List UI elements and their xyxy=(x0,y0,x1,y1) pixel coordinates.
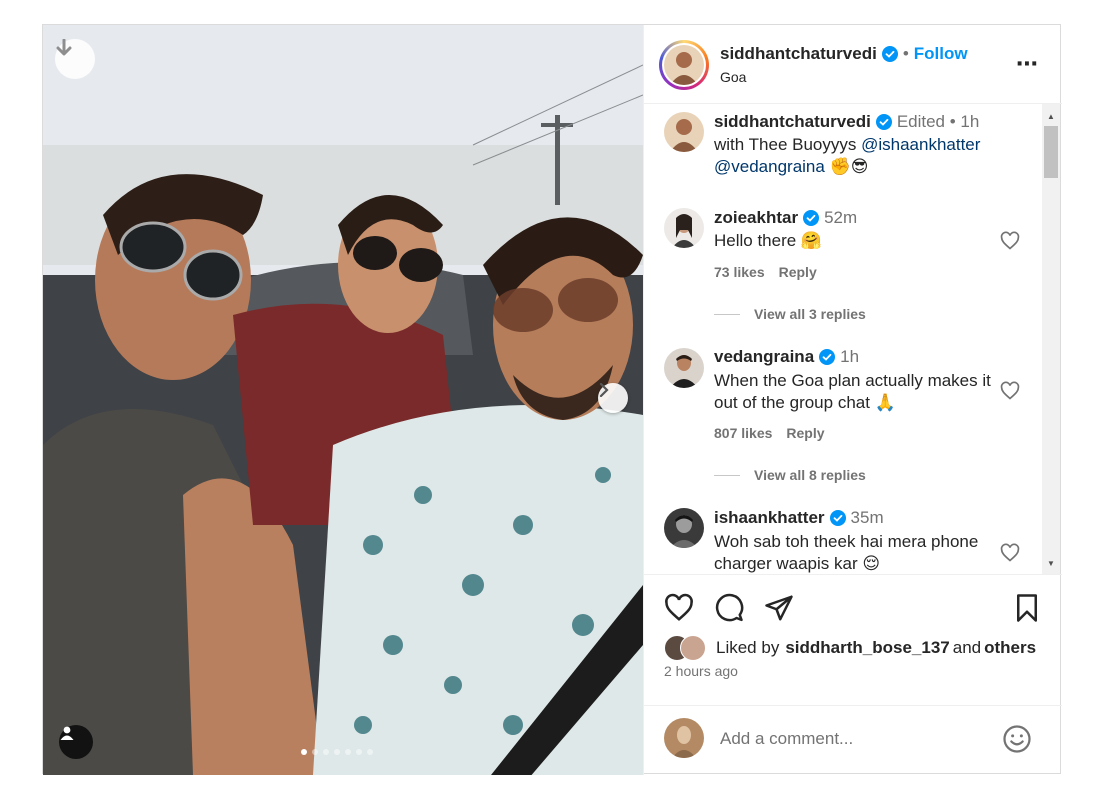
carousel-dot xyxy=(312,749,318,755)
caption-meta: Edited • 1h xyxy=(896,112,980,131)
view-replies-button[interactable]: View all 3 replies xyxy=(714,306,866,322)
reply-button[interactable]: Reply xyxy=(786,425,824,441)
author-line: siddhantchaturvedi • Follow xyxy=(720,44,968,64)
verified-badge-icon xyxy=(819,349,836,365)
mention-link[interactable]: @vedangraina xyxy=(714,157,825,176)
view-replies-label: View all 3 replies xyxy=(754,306,866,322)
post-photo[interactable] xyxy=(43,25,643,775)
comment-header: ishaankhatter 35m xyxy=(714,508,884,528)
comment-header: vedangraina 1h xyxy=(714,347,859,367)
add-comment-bar xyxy=(644,705,1062,776)
author-avatar-image xyxy=(664,45,704,85)
comment-avatar[interactable] xyxy=(664,208,704,248)
chevron-right-icon xyxy=(599,383,609,397)
comment-likes-count[interactable]: 807 likes xyxy=(714,425,772,441)
liked-by-user[interactable]: siddharth_bose_137 xyxy=(785,638,949,658)
carousel-dot xyxy=(356,749,362,755)
post-location[interactable]: Goa xyxy=(720,69,746,85)
comment-text: Woh sab toh theek hai mera phone charger… xyxy=(714,532,979,573)
carousel-dots xyxy=(301,749,373,755)
follow-button[interactable]: Follow xyxy=(914,44,968,64)
caption-header: siddhantchaturvedi Edited • 1h xyxy=(714,112,979,132)
comments-list[interactable]: siddhantchaturvedi Edited • 1h with Thee… xyxy=(644,104,1062,574)
header-separator: • xyxy=(902,44,909,63)
comment-username[interactable]: ishaankhatter xyxy=(714,508,825,528)
comment-time: 52m xyxy=(824,208,858,227)
comment-actions: 807 likes Reply xyxy=(714,425,825,441)
scroll-down-arrow-icon[interactable]: ▼ xyxy=(1047,559,1055,568)
mention-link[interactable]: @ishaankhatter xyxy=(861,135,980,154)
post-header: siddhantchaturvedi • Follow Goa ⋯ xyxy=(644,25,1062,104)
verified-badge-icon xyxy=(875,114,892,130)
comments-scrollbar[interactable]: ▲ ▼ xyxy=(1042,104,1060,574)
post-actions-bar: Liked by siddharth_bose_137 and others 2… xyxy=(644,574,1062,715)
divider-line xyxy=(714,474,740,476)
like-heart-icon[interactable] xyxy=(664,593,694,623)
emoji-picker-icon[interactable] xyxy=(1002,724,1032,754)
add-comment-input[interactable] xyxy=(718,724,992,754)
scroll-up-arrow-icon[interactable]: ▲ xyxy=(1047,112,1055,121)
liked-by-middle: and xyxy=(952,638,982,657)
tagged-users-button[interactable] xyxy=(59,725,93,759)
liked-by-avatars xyxy=(664,635,710,661)
current-user-avatar xyxy=(664,718,704,758)
liked-by: Liked by siddharth_bose_137 and others xyxy=(664,635,1036,661)
verified-badge-icon xyxy=(881,46,898,62)
download-button[interactable] xyxy=(55,39,95,79)
carousel-dot xyxy=(323,749,329,755)
view-replies-button[interactable]: View all 8 replies xyxy=(714,467,866,483)
carousel-dot xyxy=(334,749,340,755)
verified-badge-icon xyxy=(829,510,846,526)
comment-like-heart-icon[interactable] xyxy=(1000,543,1020,563)
view-replies-label: View all 8 replies xyxy=(754,467,866,483)
liker-avatar xyxy=(680,635,706,661)
comment-likes-count[interactable]: 73 likes xyxy=(714,264,765,280)
comment-username[interactable]: vedangraina xyxy=(714,347,814,367)
photo-illustration xyxy=(43,25,643,775)
download-arrow-icon xyxy=(56,39,72,56)
liked-by-others[interactable]: others xyxy=(984,638,1036,658)
comment-time: 1h xyxy=(840,347,860,366)
carousel-dot xyxy=(345,749,351,755)
scrollbar-thumb[interactable] xyxy=(1044,126,1058,178)
comment-header: zoieakhtar 52m xyxy=(714,208,857,228)
more-options-icon[interactable]: ⋯ xyxy=(1016,51,1039,77)
comment-text: When the Goa plan actually makes it out … xyxy=(714,371,991,412)
carousel-dot xyxy=(301,749,307,755)
liked-by-prefix: Liked by xyxy=(716,638,780,657)
caption-username[interactable]: siddhantchaturvedi xyxy=(714,112,871,132)
caption-emoji: ✊😎 xyxy=(824,157,869,176)
verified-badge-icon xyxy=(803,210,820,226)
reply-button[interactable]: Reply xyxy=(779,264,817,280)
comment-text: Hello there 🤗 xyxy=(714,231,823,250)
caption-text: with Thee Buoyyys @ishaankhatter @vedang… xyxy=(714,134,1004,178)
divider-line xyxy=(714,313,740,315)
user-icon xyxy=(60,726,74,740)
comment-actions: 73 likes Reply xyxy=(714,264,817,280)
author-username[interactable]: siddhantchaturvedi xyxy=(720,44,877,64)
comment-avatar[interactable] xyxy=(664,348,704,388)
comment-username[interactable]: zoieakhtar xyxy=(714,208,798,228)
save-bookmark-icon[interactable] xyxy=(1012,593,1042,623)
comment-like-heart-icon[interactable] xyxy=(1000,381,1020,401)
post-side-panel: siddhantchaturvedi • Follow Goa ⋯ siddha… xyxy=(643,25,1062,775)
comment-bubble-icon[interactable] xyxy=(714,593,744,623)
next-slide-button[interactable] xyxy=(598,383,628,413)
caption-avatar[interactable] xyxy=(664,112,704,152)
caption-prefix: with Thee Buoyyys xyxy=(714,135,862,154)
post-timestamp[interactable]: 2 hours ago xyxy=(664,663,738,679)
share-paper-plane-icon[interactable] xyxy=(764,593,794,623)
carousel-dot xyxy=(367,749,373,755)
comment-time: 35m xyxy=(850,508,884,527)
author-avatar[interactable] xyxy=(659,40,709,90)
comment-avatar[interactable] xyxy=(664,508,704,548)
post-modal: siddhantchaturvedi • Follow Goa ⋯ siddha… xyxy=(42,24,1062,775)
comment-like-heart-icon[interactable] xyxy=(1000,231,1020,251)
